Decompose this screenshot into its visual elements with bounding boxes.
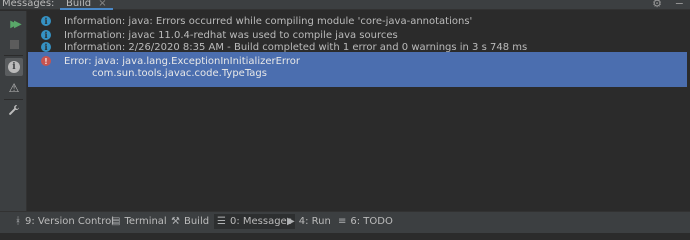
message-text: Information: java: Errors occurred while… bbox=[64, 15, 473, 27]
side-stripe bbox=[0, 120, 3, 200]
run-label: 4: Run bbox=[298, 216, 331, 227]
info-icon: i bbox=[8, 61, 20, 73]
status-bar bbox=[0, 230, 690, 233]
todo-button[interactable]: ≡ 6: TODO bbox=[335, 214, 396, 229]
terminal-label: Terminal bbox=[124, 216, 167, 227]
messages-list[interactable]: i Information: java: Errors occurred whi… bbox=[28, 11, 690, 211]
tool-window-bar: ᚼ 9: Version Control ▤ Terminal ⚒ Build … bbox=[0, 211, 690, 230]
rerun-icon: ▶▶ bbox=[10, 18, 22, 30]
messages-label: 0: Messages bbox=[229, 216, 292, 227]
message-text: Information: 2/26/2020 8:35 AM - Build c… bbox=[64, 41, 528, 53]
error-icon: ! bbox=[41, 56, 51, 66]
close-icon[interactable]: × bbox=[98, 0, 106, 9]
build-button[interactable]: ⚒ Build bbox=[168, 214, 212, 229]
message-text: Information: javac 11.0.4-redhat was use… bbox=[64, 29, 398, 41]
tab-build-label: Build bbox=[66, 0, 92, 9]
minimize-icon[interactable]: − bbox=[675, 0, 684, 10]
build-label: Build bbox=[183, 216, 210, 227]
info-icon: i bbox=[41, 30, 51, 40]
error-message-line: ! Error: java: java.lang.ExceptionInInit… bbox=[28, 54, 690, 68]
version-control-icon: ᚼ bbox=[15, 216, 21, 227]
tool-window-title: Messages: bbox=[2, 0, 55, 9]
todo-label: 6: TODO bbox=[350, 216, 393, 227]
warning-icon: ⚠ bbox=[8, 81, 20, 95]
terminal-button[interactable]: ▤ Terminal bbox=[108, 214, 170, 229]
terminal-icon: ▤ bbox=[111, 216, 121, 227]
stop-button[interactable] bbox=[5, 35, 23, 53]
info-icon: i bbox=[41, 42, 51, 52]
show-info-toggle[interactable]: i bbox=[5, 58, 23, 76]
messages-toolbar: ▶▶ i ⚠ bbox=[0, 11, 27, 211]
error-text: Error: java: java.lang.ExceptionInInitia… bbox=[64, 55, 300, 67]
rerun-button[interactable]: ▶▶ bbox=[5, 15, 23, 33]
version-control-label: 9: Version Control bbox=[25, 216, 115, 227]
hammer-icon: ⚒ bbox=[171, 216, 180, 227]
play-icon: ▶ bbox=[287, 216, 295, 227]
messages-button[interactable]: ☰ 0: Messages bbox=[214, 214, 295, 229]
wrench-icon bbox=[8, 104, 20, 119]
toolbar-divider bbox=[4, 55, 23, 56]
message-row[interactable]: i Information: java: Errors occurred whi… bbox=[28, 14, 690, 28]
toolbar-divider bbox=[4, 99, 23, 100]
todo-icon: ≡ bbox=[338, 216, 347, 227]
error-message-row[interactable]: ! Error: java: java.lang.ExceptionInInit… bbox=[28, 52, 687, 87]
error-detail: com.sun.tools.javac.code.TypeTags bbox=[92, 68, 267, 79]
tool-window-header: Messages: Build × ⚙ − bbox=[0, 0, 690, 10]
tab-build[interactable]: Build × bbox=[60, 0, 113, 10]
run-button[interactable]: ▶ 4: Run bbox=[284, 214, 334, 229]
stop-icon bbox=[9, 39, 19, 49]
version-control-button[interactable]: ᚼ 9: Version Control bbox=[12, 214, 117, 229]
show-warnings-toggle[interactable]: ⚠ bbox=[5, 79, 23, 97]
info-icon: i bbox=[41, 16, 51, 26]
gear-icon[interactable]: ⚙ bbox=[652, 0, 662, 10]
messages-icon: ☰ bbox=[217, 216, 226, 227]
settings-button[interactable] bbox=[5, 102, 23, 120]
